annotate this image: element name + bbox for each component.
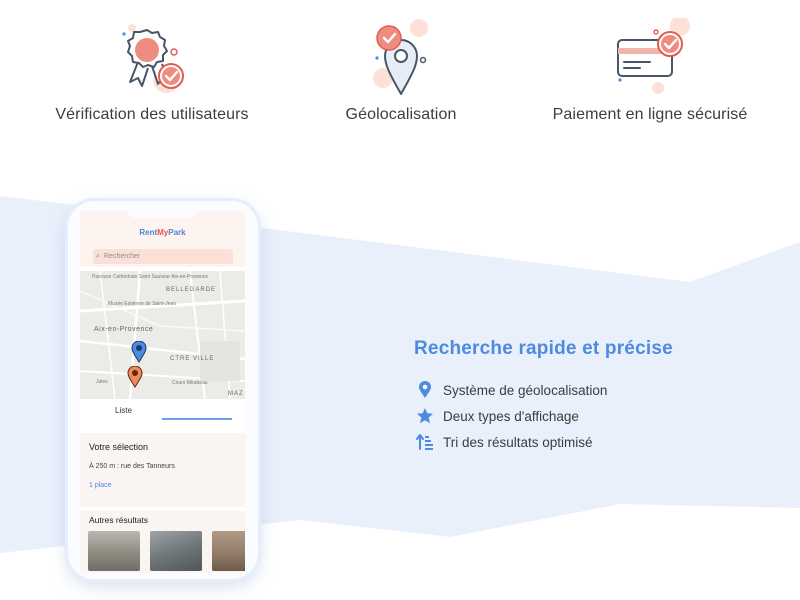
map-label: BELLEGARDE (166, 287, 217, 293)
map-label: Musée Estienne de Saint-Jean (108, 301, 177, 307)
location-pin-icon (373, 19, 428, 95)
feature-secure-payment: Paiement en ligne sécurisé (520, 18, 780, 124)
feature-label: Vérification des utilisateurs (55, 106, 249, 123)
brand-park: Park (168, 228, 186, 237)
app-logo: RentMyPark (80, 228, 245, 237)
map-label: Cours Mirabeau (172, 380, 208, 386)
selection-card[interactable]: Votre sélection À 250 m : rue des Tanneu… (80, 433, 245, 507)
feature-item-text: Tri des résultats optimisé (443, 435, 593, 450)
feature-label: Géolocalisation (345, 106, 457, 123)
section-title: Recherche rapide et précise (414, 338, 673, 359)
sort-ascending-icon (416, 434, 433, 450)
other-results-title: Autres résultats (89, 515, 149, 525)
result-thumbnail[interactable] (212, 531, 245, 571)
brand-my: My (157, 228, 169, 237)
map-label: Aix-en-Provence (94, 326, 154, 333)
star-icon (417, 408, 433, 424)
map-label: MAZ (228, 391, 244, 397)
search-icon: ⌕ (96, 253, 100, 260)
feature-label: Paiement en ligne sécurisé (552, 106, 748, 123)
tab-liste[interactable]: Liste (115, 406, 132, 415)
phone-screen: RentMyPark ⌕ Rechercher Paroisse Cathédr… (80, 211, 245, 573)
view-tabs: Liste (80, 401, 245, 433)
search-placeholder: Rechercher (104, 253, 141, 260)
orange-map-marker-icon[interactable] (127, 366, 143, 388)
map-pin-icon (419, 381, 431, 398)
brand-rent: Rent (139, 228, 158, 237)
feature-item-text: Deux types d'affichage (443, 409, 579, 424)
phone-mockup: RentMyPark ⌕ Rechercher Paroisse Cathédr… (68, 201, 258, 579)
blue-map-marker-icon[interactable] (131, 341, 147, 363)
feature-item-text: Système de géolocalisation (443, 383, 608, 398)
tab-map-indicator[interactable] (162, 418, 232, 420)
result-thumbnail[interactable] (150, 531, 202, 571)
map-label: Jules (96, 379, 108, 385)
selection-places-link[interactable]: 1 place (89, 482, 112, 489)
other-results: Autres résultats (80, 511, 245, 573)
map-label: Paroisse Cathédrale Saint Sauveur Aix-en… (92, 274, 209, 280)
selection-title: Votre sélection (89, 442, 149, 452)
credit-card-icon (617, 18, 690, 94)
map-view[interactable]: Paroisse Cathédrale Saint Sauveur Aix-en… (80, 271, 245, 399)
search-input[interactable]: ⌕ Rechercher (93, 249, 233, 264)
feature-user-verification: Vérification des utilisateurs (22, 18, 282, 124)
phone-notch (128, 211, 198, 218)
selection-address: À 250 m : rue des Tanneurs (89, 463, 175, 470)
map-label: CTRE VILLE (170, 356, 215, 362)
result-thumbnail[interactable] (88, 531, 140, 571)
feature-geolocation: Géolocalisation (271, 18, 531, 124)
certified-badge-icon (122, 24, 184, 93)
